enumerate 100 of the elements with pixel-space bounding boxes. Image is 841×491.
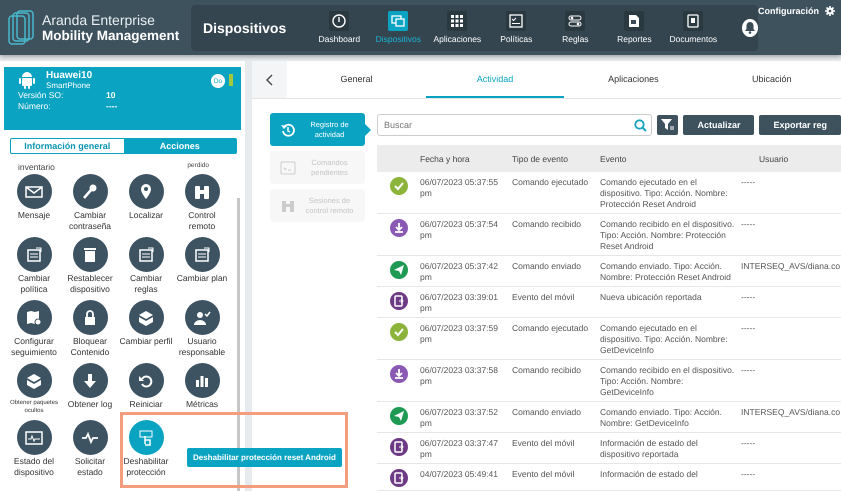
table-cell-text: 06/07/2023 03:39:01 pm	[420, 292, 499, 314]
action-button[interactable]: Cambiar reglas	[118, 237, 174, 295]
section-title: Dispositivos	[203, 20, 288, 36]
action-button[interactable]: Mensaje	[6, 174, 62, 232]
sliders-icon	[568, 14, 582, 28]
table-cell-text: Comando recibido	[512, 219, 582, 231]
table-cell-text: Comando ejecutado en el dispositivo. Tipo: Acción. Nombre: GetDeviceInfo	[600, 323, 729, 356]
table-cell-text: -----	[741, 177, 756, 189]
device-event-icon	[390, 469, 408, 487]
table-cell-text: -----	[741, 323, 756, 335]
document-icon	[686, 14, 700, 28]
table-cell: Comando recibido en el dispositivo. Tipo: Acción. Nombre: GetDeviceInfo	[600, 365, 735, 398]
history-icon	[280, 122, 296, 138]
nav-item[interactable]: Reglas	[546, 11, 604, 44]
table-cell-text: Comando enviado. Tipo: Acción. Nombre: GetDeviceInfo	[600, 407, 723, 429]
nav-item[interactable]: Dashboard	[310, 11, 368, 44]
table-cell-text: -----	[741, 469, 756, 481]
nav-item[interactable]: Políticas	[488, 11, 545, 44]
chevron-left-icon	[266, 74, 274, 86]
action-button[interactable]: Reiniciar	[118, 363, 174, 415]
terminal-icon	[280, 160, 296, 176]
gauge-icon	[332, 14, 346, 28]
table-cell-text: Nueva ubicación reportada	[600, 292, 703, 304]
logo-icon	[8, 10, 34, 46]
nav-item[interactable]: Documentos	[664, 11, 722, 44]
download-icon	[390, 219, 408, 237]
tab[interactable]: General	[287, 61, 426, 98]
table-cell-text: -----	[741, 292, 756, 304]
grid-icon	[450, 14, 464, 28]
table-cell-text: 06/07/2023 03:37:58 pm	[420, 365, 499, 388]
document-icon	[627, 14, 642, 28]
action-button[interactable]: Restablecer dispositivo	[62, 237, 118, 295]
action-button[interactable]: Solicitar estado	[62, 420, 118, 478]
action-label: inventario	[18, 162, 55, 172]
table-cell-text: Comando ejecutado	[512, 323, 590, 335]
table-cell-text: -----	[741, 219, 756, 231]
toolbar-button[interactable]: Exportar reg	[759, 114, 841, 134]
nav-item[interactable]: Dispositivos	[370, 11, 427, 44]
field-label: Versión SO:	[18, 90, 64, 101]
field-label: Número:	[18, 101, 52, 112]
notifications-button[interactable]	[742, 18, 758, 36]
configuration-link[interactable]: Configuración	[758, 6, 819, 16]
brand-name: Mobility Management	[42, 28, 180, 44]
table-cell-text: Comando enviado. Tipo: Acción. Nombre: Protección Reset Android	[600, 261, 732, 283]
filter-icon	[661, 118, 674, 130]
settings-icon[interactable]	[825, 6, 835, 16]
device-event-icon	[390, 292, 408, 310]
bell-icon	[744, 21, 756, 34]
table-cell-text: Evento del móvil	[512, 438, 576, 450]
action-button[interactable]: Bloquear Contenido	[62, 300, 118, 358]
table-cell-text: Comando enviado	[512, 261, 582, 273]
table-cell-text: INTERSEQ_AVS/diana.co	[741, 261, 841, 273]
table-cell-text: -----	[741, 438, 756, 450]
nav-item[interactable]: Reportes	[606, 11, 663, 44]
panel-tab[interactable]: Información general	[11, 139, 124, 153]
tooltip: Deshabilitar protección reset Android	[187, 448, 342, 467]
action-button[interactable]: Cambiar contraseña	[62, 174, 118, 232]
tab[interactable]: Aplicaciones	[564, 61, 703, 98]
brand-name: Aranda Enterprise	[42, 12, 156, 28]
table-cell-text: 04/07/2023 05:49:41	[420, 469, 499, 481]
action-button[interactable]: Métricas	[174, 363, 230, 415]
check-icon	[390, 177, 408, 195]
table-cell-text: 06/07/2023 05:37:55 pm	[420, 177, 499, 200]
action-button[interactable]: Usuario responsable	[174, 300, 230, 358]
table-cell-text: Comando ejecutado	[512, 177, 590, 189]
send-icon	[390, 407, 408, 425]
table-cell-text: 06/07/2023 05:37:42 pm	[420, 261, 499, 283]
action-button[interactable]: Cambiar política	[6, 237, 62, 295]
download-icon	[390, 365, 408, 383]
action-button[interactable]: Configurar seguimiento	[6, 300, 62, 358]
field-value: ----	[106, 101, 118, 112]
column-header: Evento	[600, 154, 628, 164]
android-icon	[18, 70, 36, 90]
search-field[interactable]: Buscar	[377, 114, 652, 136]
device-type: SmartPhone	[46, 81, 92, 90]
field-value: 10	[106, 90, 116, 101]
toolbar-button[interactable]: Actualizar	[683, 114, 754, 134]
tab[interactable]: Ubicación	[702, 61, 841, 98]
table-cell-text: 06/07/2023 05:37:54 pm	[420, 219, 499, 242]
table-cell-text: 06/07/2023 03:37:52 pm	[420, 407, 499, 429]
table-cell-text: Evento del móvil	[512, 292, 576, 304]
action-button[interactable]: Estado del dispositivo	[6, 420, 62, 478]
table-cell-text: Comando ejecutado en el dispositivo. Tipo: Acción. Nombre: Protección Reset Android	[600, 177, 729, 210]
filter-button[interactable]	[656, 114, 678, 134]
check-icon	[390, 323, 408, 341]
table-cell-text: Comando enviado	[512, 407, 582, 419]
action-button[interactable]: Localizar	[118, 174, 174, 232]
search-icon	[634, 118, 647, 132]
action-button[interactable]: Deshabilitar protección	[118, 420, 174, 478]
nav-item[interactable]: Aplicaciones	[428, 11, 486, 44]
table-cell-text: INTERSEQ_AVS/diana.co	[741, 407, 841, 419]
column-header: Fecha y hora	[420, 154, 471, 164]
table-cell-text: -----	[741, 365, 756, 377]
checklist-icon	[509, 14, 524, 28]
action-button[interactable]: Cambiar perfil	[118, 300, 174, 358]
action-button[interactable]: Obtener log	[62, 363, 118, 415]
column-header: Tipo de evento	[512, 154, 569, 164]
action-button[interactable]: Control remoto	[174, 174, 230, 232]
table-cell-text: 06/07/2023 03:37:59 pm	[420, 323, 499, 346]
action-button[interactable]: Cambiar plan	[174, 237, 230, 295]
